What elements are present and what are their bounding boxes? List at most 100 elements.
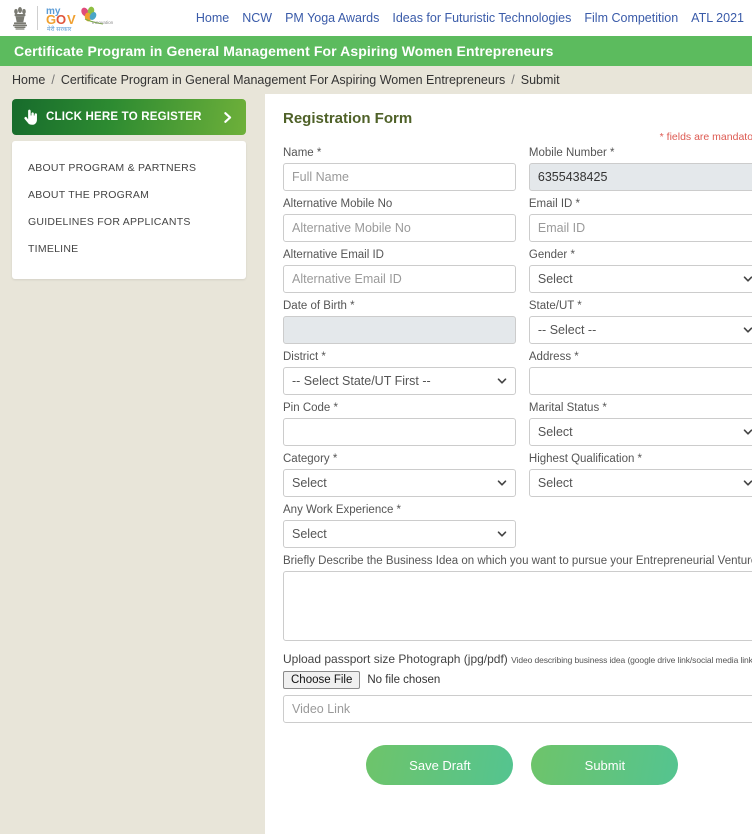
nav-link-ncw[interactable]: NCW [242, 11, 272, 25]
nav-link-atl-2021[interactable]: ATL 2021 [691, 11, 744, 25]
name-input[interactable] [283, 163, 516, 191]
video-link-input[interactable] [283, 695, 752, 723]
sidebar: CLICK HERE TO REGISTER ABOUT PROGRAM & P… [0, 94, 265, 279]
business-idea-textarea[interactable] [283, 571, 752, 641]
mygov-logo-icon: my G O V मेरी सरकार Innovation [45, 3, 127, 33]
field-state: State/UT * -- Select -- [528, 300, 752, 344]
dob-input[interactable] [283, 316, 516, 344]
breadcrumb-item-submit: Submit [520, 73, 560, 87]
field-work-experience: Any Work Experience * Select [283, 504, 516, 548]
pincode-input[interactable] [283, 418, 516, 446]
mobile-input[interactable] [528, 163, 752, 191]
site-logo[interactable]: my G O V मेरी सरकार Innovation [10, 3, 127, 33]
sidebar-item-about-program-partners[interactable]: ABOUT PROGRAM & PARTNERS [12, 155, 246, 182]
svg-text:O: O [56, 12, 66, 27]
email-input[interactable] [528, 214, 752, 242]
nav-link-ideas-futuristic-technologies[interactable]: Ideas for Futuristic Technologies [392, 11, 571, 25]
form-actions: Save Draft Submit [283, 745, 752, 785]
field-label-email: Email ID * [528, 198, 581, 210]
field-label-address: Address * [528, 351, 579, 363]
field-label-pincode: Pin Code * [283, 402, 338, 414]
breadcrumb-item-home[interactable]: Home [12, 73, 45, 87]
top-bar: my G O V मेरी सरकार Innovation Home NCW … [0, 0, 752, 36]
click-here-to-register-button[interactable]: CLICK HERE TO REGISTER [12, 99, 246, 135]
form-row: Date of Birth * State/UT * -- Select -- [283, 300, 752, 344]
breadcrumb-separator: / [511, 73, 515, 87]
district-select[interactable]: -- Select State/UT First -- [283, 367, 516, 395]
address-input[interactable] [528, 367, 752, 395]
field-name: Name * [283, 147, 516, 191]
india-emblem-icon [13, 7, 27, 30]
field-label-mobile: Mobile Number * [528, 147, 615, 159]
logo-divider [37, 6, 38, 30]
registration-form-panel: Registration Form * fields are mandatory… [265, 94, 752, 834]
district-select-wrap: -- Select State/UT First -- [283, 367, 516, 395]
sidebar-item-timeline[interactable]: TIMELINE [12, 236, 246, 263]
form-row: District * -- Select State/UT First -- A… [283, 351, 752, 395]
breadcrumb: Home / Certificate Program in General Ma… [0, 66, 752, 94]
sidebar-menu: ABOUT PROGRAM & PARTNERS ABOUT THE PROGR… [12, 141, 246, 279]
field-marital-status: Marital Status * Select [528, 402, 752, 446]
submit-button[interactable]: Submit [531, 745, 679, 785]
main-layout: CLICK HERE TO REGISTER ABOUT PROGRAM & P… [0, 94, 752, 834]
upload-label-main: Upload passport size Photograph (jpg/pdf… [283, 652, 508, 666]
field-category: Category * Select [283, 453, 516, 497]
field-pincode: Pin Code * [283, 402, 516, 446]
svg-text:Innovation: Innovation [92, 20, 114, 25]
field-alt-mobile: Alternative Mobile No [283, 198, 516, 242]
form-row: Name * Mobile Number * [283, 147, 752, 191]
field-label-category: Category * [283, 453, 338, 465]
field-address: Address * [528, 351, 752, 395]
category-select-wrap: Select [283, 469, 516, 497]
gender-select[interactable]: Select [528, 265, 752, 293]
field-district: District * -- Select State/UT First -- [283, 351, 516, 395]
sidebar-item-guidelines-for-applicants[interactable]: GUIDELINES FOR APPLICANTS [12, 209, 246, 236]
banner-title: Certificate Program in General Managemen… [14, 43, 554, 59]
nav-link-film-competition[interactable]: Film Competition [584, 11, 678, 25]
choose-file-button[interactable]: Choose File [283, 671, 361, 689]
page-title: Registration Form [283, 110, 413, 127]
state-select-wrap: -- Select -- [528, 316, 752, 344]
alt-email-input[interactable] [283, 265, 516, 293]
field-label-name: Name * [283, 147, 322, 159]
mandatory-note: * fields are mandatory [659, 131, 752, 143]
category-select[interactable]: Select [283, 469, 516, 497]
qualification-select-wrap: Select [528, 469, 752, 497]
pointing-hand-icon [24, 109, 37, 125]
file-upload-row: Choose File No file chosen [283, 671, 752, 689]
field-label-gender: Gender * [528, 249, 575, 261]
field-label-highest-qualification: Highest Qualification * [528, 453, 643, 465]
field-highest-qualification: Highest Qualification * Select [528, 453, 752, 497]
highest-qualification-select[interactable]: Select [528, 469, 752, 497]
sidebar-item-about-the-program[interactable]: ABOUT THE PROGRAM [12, 182, 246, 209]
svg-text:G: G [46, 12, 56, 27]
nav-link-pm-yoga-awards[interactable]: PM Yoga Awards [285, 11, 379, 25]
field-label-alt-mobile: Alternative Mobile No [283, 198, 393, 210]
field-alt-email: Alternative Email ID [283, 249, 516, 293]
field-gender: Gender * Select [528, 249, 752, 293]
field-label-state: State/UT * [528, 300, 582, 312]
breadcrumb-separator: / [51, 73, 55, 87]
save-draft-button[interactable]: Save Draft [366, 745, 514, 785]
state-select[interactable]: -- Select -- [528, 316, 752, 344]
form-row: Category * Select Highest Qualification … [283, 453, 752, 497]
upload-label: Upload passport size Photograph (jpg/pdf… [283, 652, 752, 666]
experience-select-wrap: Select [283, 520, 516, 548]
field-label-alt-email: Alternative Email ID [283, 249, 384, 261]
breadcrumb-item-program[interactable]: Certificate Program in General Managemen… [61, 73, 505, 87]
field-email: Email ID * [528, 198, 752, 242]
register-button-label: CLICK HERE TO REGISTER [46, 111, 202, 123]
field-label-marital-status: Marital Status * [528, 402, 607, 414]
field-label-district: District * [283, 351, 326, 363]
field-label-dob: Date of Birth * [283, 300, 355, 312]
field-label-business-idea: Briefly Describe the Business Idea on wh… [283, 555, 752, 567]
nav-link-home[interactable]: Home [196, 11, 229, 25]
marital-status-select[interactable]: Select [528, 418, 752, 446]
svg-text:V: V [67, 12, 76, 27]
no-file-chosen-text: No file chosen [367, 674, 441, 686]
field-dob: Date of Birth * [283, 300, 516, 344]
alt-mobile-input[interactable] [283, 214, 516, 242]
top-navigation: Home NCW PM Yoga Awards Ideas for Futuri… [127, 11, 746, 25]
form-row: Pin Code * Marital Status * Select [283, 402, 752, 446]
work-experience-select[interactable]: Select [283, 520, 516, 548]
